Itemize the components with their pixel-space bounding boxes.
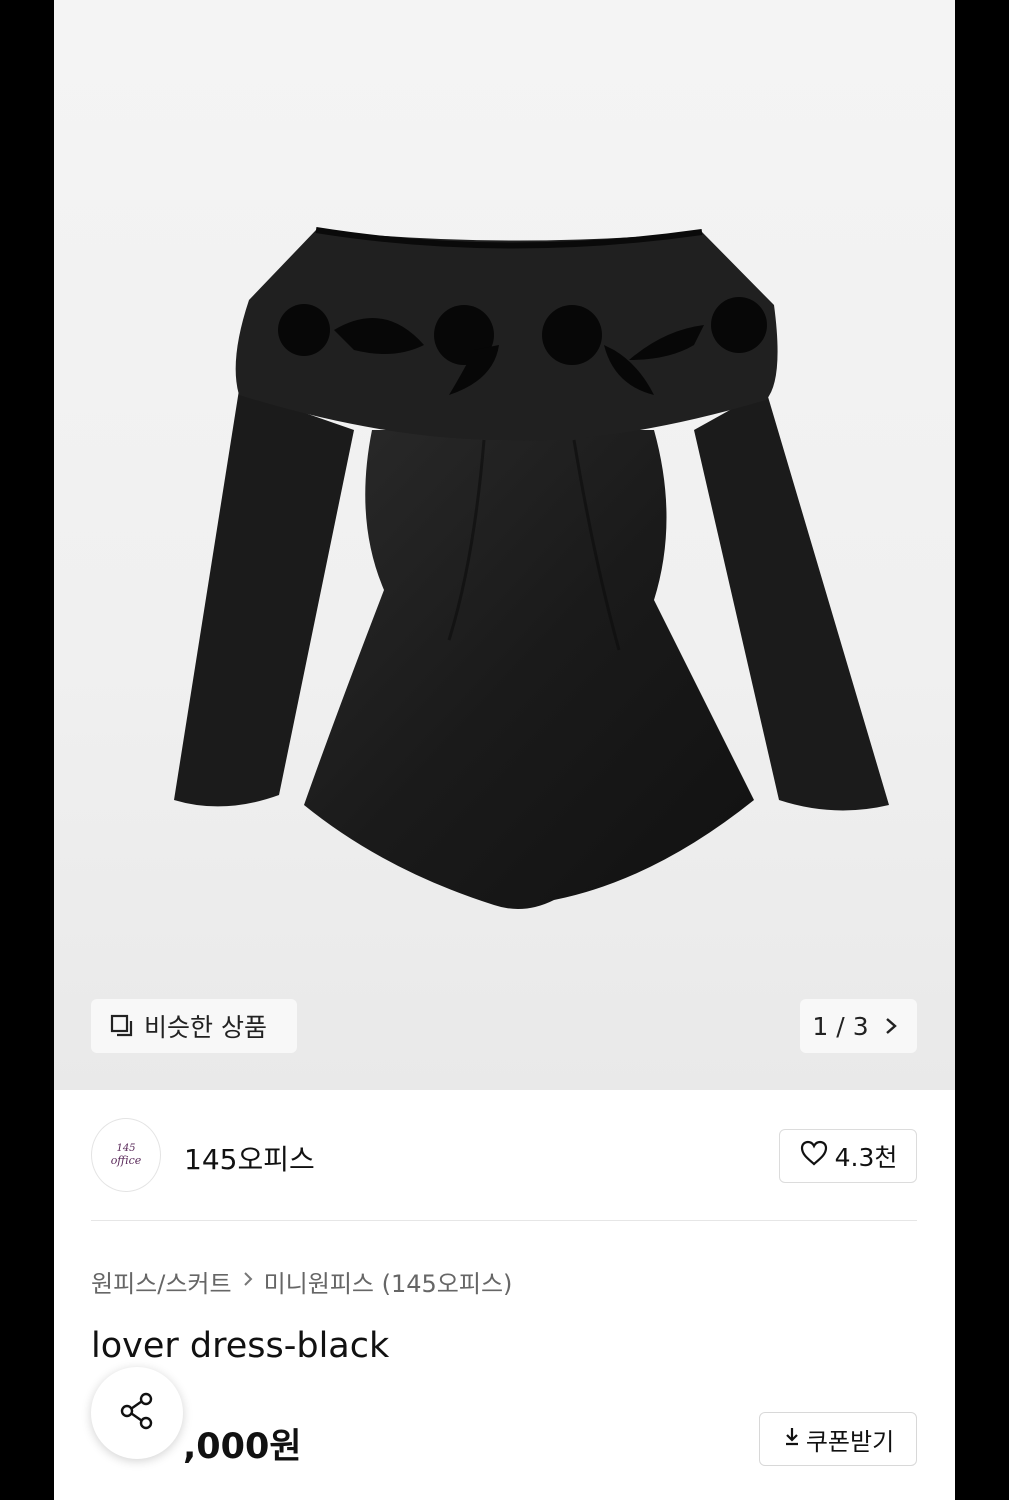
shop-logo[interactable]: 145 office: [91, 1118, 161, 1192]
page-separator: /: [836, 1011, 845, 1041]
product-photo-dress: [174, 227, 889, 909]
breadcrumb-category[interactable]: 원피스/스커트: [91, 1264, 232, 1299]
product-image-gallery[interactable]: 비슷한 상품 1 / 3: [54, 0, 955, 1090]
shop-row: 145 office 145오피스 4.3천: [91, 1118, 917, 1194]
section-divider: [91, 1220, 917, 1221]
share-button[interactable]: [91, 1367, 183, 1459]
download-arrow-icon: [782, 1425, 802, 1453]
similar-products-button[interactable]: 비슷한 상품: [91, 999, 297, 1053]
breadcrumb-subcategory[interactable]: 미니원피스 (145오피스): [264, 1264, 513, 1299]
total-page-number: 3: [852, 1011, 869, 1041]
image-page-counter[interactable]: 1 / 3: [800, 999, 917, 1053]
price-text: ,000원: [183, 1427, 302, 1467]
like-count: 4.3천: [834, 1143, 898, 1172]
heart-outline-icon: [799, 1139, 829, 1173]
like-button[interactable]: 4.3천: [779, 1129, 917, 1183]
current-page-number: 1: [812, 1011, 829, 1041]
product-detail-page: 비슷한 상품 1 / 3 145 office 145오피스 4.3천 원피스/…: [54, 0, 955, 1500]
product-title: lover dress-black: [91, 1326, 390, 1366]
coupon-label: 쿠폰받기: [805, 1427, 895, 1456]
shop-logo-line2: office: [110, 1154, 142, 1167]
coupon-download-button[interactable]: 쿠폰받기: [759, 1412, 917, 1466]
similar-products-label: 비슷한 상품: [144, 1013, 267, 1042]
copy-squares-icon: [108, 1012, 136, 1040]
chevron-right-icon: [877, 1012, 905, 1040]
chevron-right-icon: [242, 1269, 254, 1294]
shop-name[interactable]: 145오피스: [184, 1138, 315, 1178]
share-icon: [115, 1389, 159, 1437]
breadcrumb: 원피스/스커트 미니원피스 (145오피스): [91, 1264, 512, 1299]
